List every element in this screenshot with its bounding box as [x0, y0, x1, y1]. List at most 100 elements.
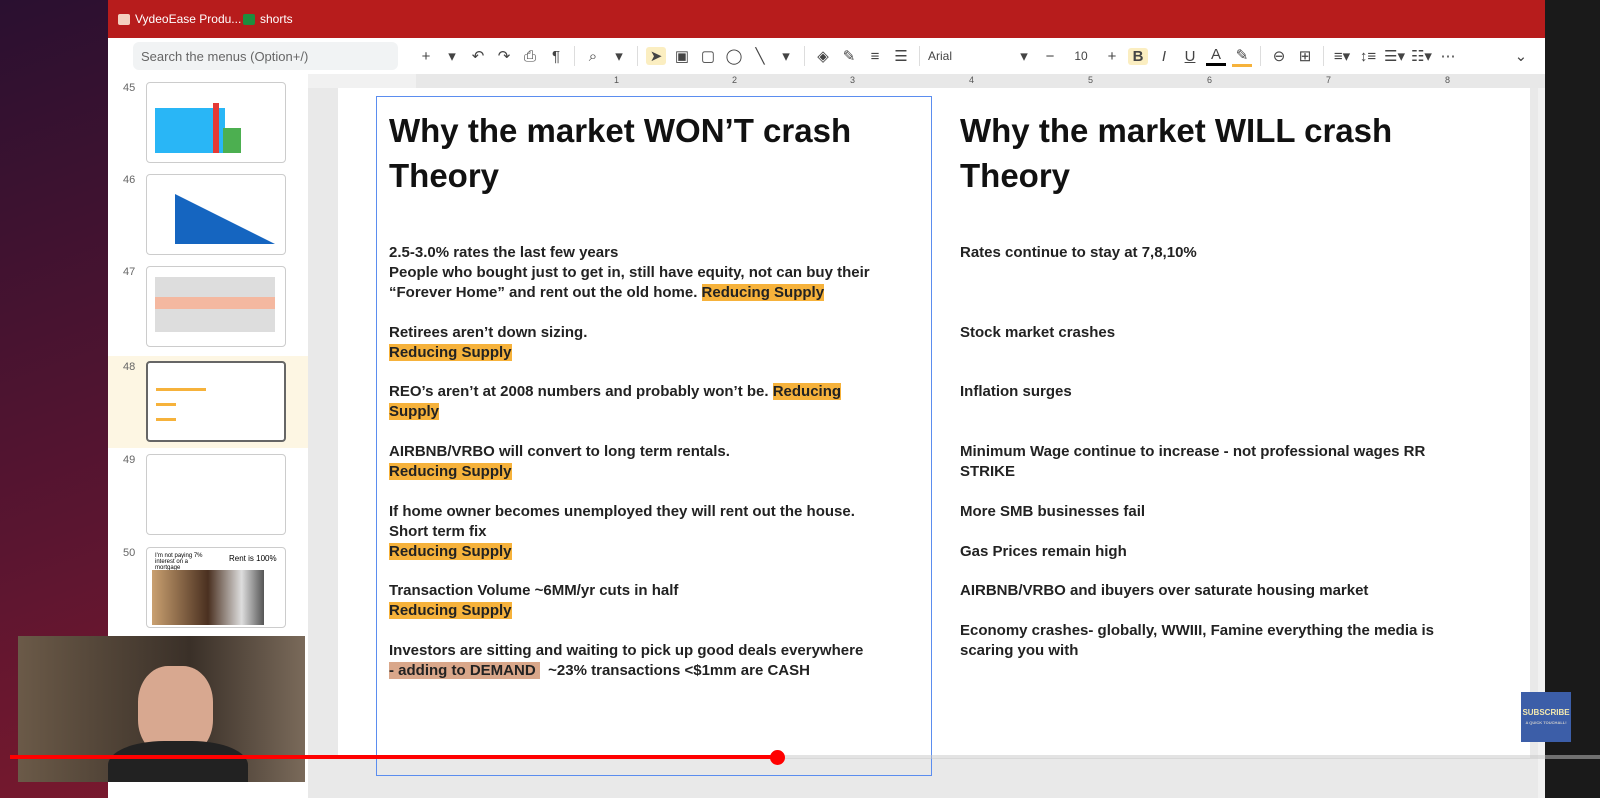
slide-thumb-47[interactable] [146, 266, 286, 347]
chevron-down-icon[interactable]: ▾ [776, 47, 796, 65]
link-icon[interactable]: ⊖ [1269, 47, 1289, 65]
right-list-item: Economy crashes- globally, WWIII, Famine… [960, 622, 1435, 639]
bookmark-label: VydeoEase Produ... [135, 12, 242, 26]
textbox-icon[interactable]: ▣ [672, 47, 692, 65]
right-list-item: Minimum Wage continue to increase - not … [960, 443, 1426, 460]
left-list-item: People who bought just to get in, still … [389, 263, 870, 283]
left-list-item: - adding to DEMAND ~23% transactions <$1… [389, 661, 810, 681]
underline-button[interactable]: U [1180, 48, 1200, 65]
right-list-item: Inflation surges [960, 383, 1072, 400]
chevron-down-icon[interactable]: ▾ [609, 47, 629, 65]
italic-button[interactable]: I [1154, 48, 1174, 65]
chevron-down-icon[interactable]: ▾ [1014, 47, 1034, 65]
bold-button[interactable]: B [1128, 47, 1148, 65]
left-list-item: Reducing Supply [389, 542, 512, 562]
bookmark-label: shorts [260, 12, 293, 26]
font-size-input[interactable]: 10 [1066, 49, 1096, 63]
left-list-item: AIRBNB/VRBO will convert to long term re… [389, 442, 730, 462]
reducing-supply-highlight: Reducing Supply [389, 344, 512, 361]
left-list-item: Reducing Supply [389, 601, 512, 621]
border-color-icon[interactable]: ✎ [839, 47, 859, 65]
ruler-tick: 5 [1088, 75, 1094, 85]
slide-48[interactable]: Why the market WON’T crash Theory Why the… [338, 88, 1530, 776]
paint-format-icon[interactable]: ¶ [546, 48, 566, 65]
collapse-toolbar-icon[interactable]: ⌄ [1511, 47, 1531, 65]
image-icon[interactable]: ▢ [698, 47, 718, 65]
fill-color-icon[interactable]: ◈ [813, 47, 833, 65]
reducing-supply-highlight: Reducing Supply [389, 602, 512, 619]
redo-icon[interactable]: ↷ [494, 47, 514, 65]
right-list-item: Gas Prices remain high [960, 543, 1127, 560]
right-list-item: scaring you with [960, 642, 1079, 659]
numbered-list-icon[interactable]: ☷▾ [1411, 47, 1432, 65]
horizontal-ruler[interactable]: 123456789 [416, 74, 1545, 88]
align-icon[interactable]: ≡▾ [1332, 47, 1352, 65]
increase-font-button[interactable]: + [1102, 48, 1122, 65]
item-text: ~23% transactions <$1mm are CASH [539, 662, 810, 679]
reducing-supply-highlight: Supply [389, 403, 440, 420]
left-list-item: 2.5-3.0% rates the last few years [389, 243, 618, 263]
slide-thumb-45[interactable] [146, 82, 286, 163]
slide-number: 47 [123, 266, 136, 278]
reducing-supply-highlight: Reducing [772, 383, 842, 400]
bookmark-vydeoease[interactable]: VydeoEase Produ... [118, 12, 241, 26]
slide-thumb-49[interactable] [146, 454, 286, 535]
slide-thumb-48[interactable] [146, 361, 286, 442]
ruler-tick: 1 [614, 75, 620, 85]
border-weight-icon[interactable]: ≡ [865, 48, 885, 65]
left-list-item: Retirees aren’t down sizing. [389, 323, 587, 343]
folder-icon [118, 13, 130, 25]
progress-fill [10, 755, 782, 759]
ruler-tick: 6 [1207, 75, 1213, 85]
left-list-item: If home owner becomes unemployed they wi… [389, 502, 855, 522]
subscribe-button[interactable]: SUBSCRIBE A QUICK TOUCHALL! [1521, 692, 1571, 742]
line-icon[interactable]: ╲ [750, 47, 770, 65]
left-list-item: REO’s aren’t at 2008 numbers and probabl… [389, 382, 842, 402]
reducing-supply-highlight: Reducing Supply [701, 284, 825, 301]
chevron-down-icon[interactable]: ▾ [442, 47, 462, 65]
print-icon[interactable]: ⎙ [520, 48, 540, 65]
ruler-tick: 3 [850, 75, 856, 85]
undo-icon[interactable]: ↶ [468, 47, 488, 65]
item-text: REO’s aren’t at 2008 numbers and probabl… [389, 383, 773, 400]
slide-thumb-50[interactable]: I'm not paying 7% interest on a mortgage… [146, 547, 286, 628]
slide-thumb-46[interactable] [146, 174, 286, 255]
search-menus-input[interactable]: Search the menus (Option+/) [133, 42, 398, 70]
zoom-icon[interactable]: ⌕ [583, 48, 603, 65]
highlight-icon[interactable]: ✎ [1232, 46, 1252, 67]
more-icon[interactable]: ⋯ [1438, 47, 1458, 65]
item-text: Retirees aren’t down sizing. [389, 324, 588, 341]
text-color-button[interactable]: A [1206, 46, 1226, 66]
line-spacing-icon[interactable]: ↕≡ [1358, 48, 1378, 65]
border-dash-icon[interactable]: ☰ [891, 47, 911, 65]
right-title: Why the market WILL crash Theory [960, 112, 1393, 194]
slide-number: 50 [123, 547, 136, 559]
browser-bookmarks-bar: VydeoEase Produ... shorts [108, 0, 1545, 38]
left-list-item: Short term fix [389, 522, 487, 542]
left-list-item: Supply [389, 402, 440, 422]
item-text: AIRBNB/VRBO will convert to long term re… [389, 443, 730, 460]
new-slide-icon[interactable]: + [416, 48, 436, 65]
comment-icon[interactable]: ⊞ [1295, 47, 1315, 65]
scrubber-handle[interactable] [770, 750, 785, 765]
ruler-tick: 8 [1445, 75, 1451, 85]
ruler-tick: 2 [732, 75, 738, 85]
font-select[interactable]: Arial [928, 49, 1008, 63]
item-text: Investors are sitting and waiting to pic… [389, 642, 864, 659]
left-title: Why the market WON’T crash Theory [389, 112, 852, 194]
slide-canvas: Why the market WON’T crash Theory Why the… [308, 88, 1538, 798]
shape-icon[interactable]: ◯ [724, 47, 744, 65]
bullet-list-icon[interactable]: ☰▾ [1384, 47, 1405, 65]
left-list-item: Investors are sitting and waiting to pic… [389, 641, 863, 661]
thumb-caption: I'm not paying 7% interest on a mortgage [155, 553, 203, 571]
bookmark-shorts[interactable]: shorts [243, 12, 293, 26]
editor-toolbar: Search the menus (Option+/) + ▾ ↶ ↷ ⎙ ¶ ⌕ ▾ … [108, 38, 1545, 74]
item-text: 2.5-3.0% rates the last few years [389, 244, 619, 261]
item-text: If home owner becomes unemployed they wi… [389, 503, 855, 520]
sheets-icon [243, 13, 255, 25]
ruler-tick: 7 [1326, 75, 1332, 85]
select-icon[interactable]: ➤ [646, 47, 666, 65]
demand-highlight: - adding to DEMAND [389, 662, 540, 679]
video-progress-bar[interactable] [10, 755, 1600, 759]
decrease-font-button[interactable]: − [1040, 48, 1060, 65]
